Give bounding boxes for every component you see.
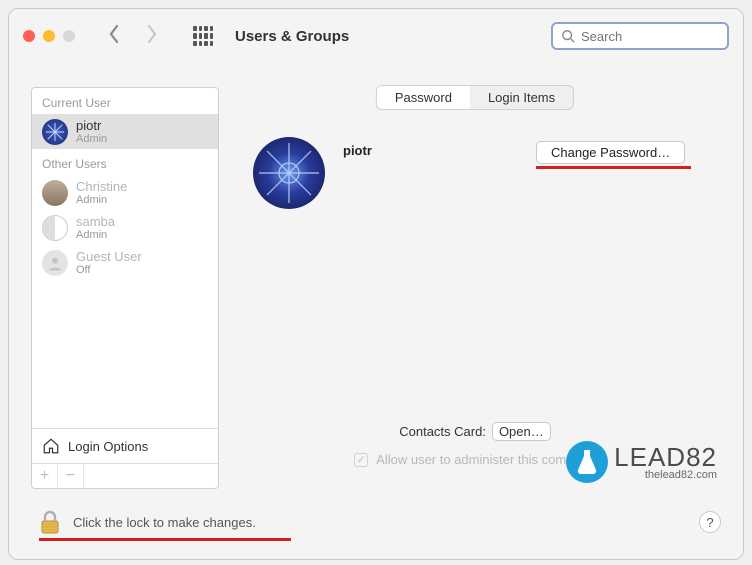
lock-icon[interactable] — [39, 509, 61, 535]
users-sidebar: Current User piotr Admin Other Users Chr… — [31, 87, 219, 489]
content-area: Current User piotr Admin Other Users Chr… — [31, 87, 721, 489]
main-pane: Password Login Items piotr — [229, 87, 721, 489]
sidebar-user-guest[interactable]: Guest User Off — [32, 245, 218, 280]
annotation-underline — [536, 166, 691, 169]
change-password-button[interactable]: Change Password… — [536, 141, 685, 164]
minimize-window-button[interactable] — [43, 30, 55, 42]
contacts-card-row: Contacts Card: Open… — [229, 422, 721, 441]
toolbar: Users & Groups — [9, 9, 743, 63]
user-role: Admin — [76, 133, 107, 145]
forward-button[interactable] — [145, 24, 159, 49]
preferences-window: Users & Groups Current User piotr Admin — [8, 8, 744, 560]
search-field[interactable] — [551, 22, 729, 50]
lock-instruction: Click the lock to make changes. — [73, 515, 256, 530]
user-name: Guest User — [76, 249, 142, 264]
user-name: samba — [76, 214, 115, 229]
avatar-snowflake-icon — [42, 119, 68, 145]
search-input[interactable] — [581, 29, 719, 44]
user-role: Admin — [76, 229, 115, 241]
annotation-underline-footer — [39, 538, 291, 541]
administer-row: ✓ Allow user to administer this computer — [229, 452, 721, 467]
show-all-icon[interactable] — [193, 26, 213, 46]
open-contacts-button[interactable]: Open… — [492, 422, 551, 441]
home-icon — [42, 437, 60, 455]
search-icon — [561, 29, 575, 43]
contacts-card-label: Contacts Card: — [399, 424, 486, 439]
tab-bar: Password Login Items — [376, 85, 574, 110]
avatar-yinyang-icon — [42, 215, 68, 241]
tab-login-items[interactable]: Login Items — [470, 86, 573, 109]
lock-footer: Click the lock to make changes. ? — [39, 509, 721, 535]
window-controls — [23, 30, 75, 42]
login-options-label: Login Options — [68, 439, 148, 454]
user-role: Off — [76, 264, 142, 276]
user-name: piotr — [76, 118, 107, 133]
current-user-header: Current User — [32, 88, 218, 114]
avatar-eagle-icon — [42, 180, 68, 206]
other-users-header: Other Users — [32, 149, 218, 175]
sidebar-user-samba[interactable]: samba Admin — [32, 210, 218, 245]
nav-arrows — [107, 24, 159, 49]
administer-checkbox: ✓ — [354, 453, 368, 467]
sidebar-user-christine[interactable]: Christine Admin — [32, 175, 218, 210]
login-options-row[interactable]: Login Options — [32, 428, 218, 463]
avatar-silhouette-icon — [42, 250, 68, 276]
close-window-button[interactable] — [23, 30, 35, 42]
add-remove-row: + − — [32, 463, 218, 488]
remove-user-button: − — [58, 464, 84, 488]
username-display: piotr — [343, 143, 372, 158]
administer-label: Allow user to administer this computer — [376, 452, 596, 467]
pane-title: Users & Groups — [235, 28, 349, 45]
tab-password[interactable]: Password — [377, 86, 470, 109]
add-user-button: + — [32, 464, 58, 488]
sidebar-user-current[interactable]: piotr Admin — [32, 114, 218, 149]
user-avatar-large[interactable] — [253, 137, 325, 209]
user-name: Christine — [76, 179, 127, 194]
back-button[interactable] — [107, 24, 121, 49]
user-role: Admin — [76, 194, 127, 206]
zoom-window-button — [63, 30, 75, 42]
help-button[interactable]: ? — [699, 511, 721, 533]
main-body: piotr Change Password… Contacts Card: Op… — [229, 117, 721, 489]
